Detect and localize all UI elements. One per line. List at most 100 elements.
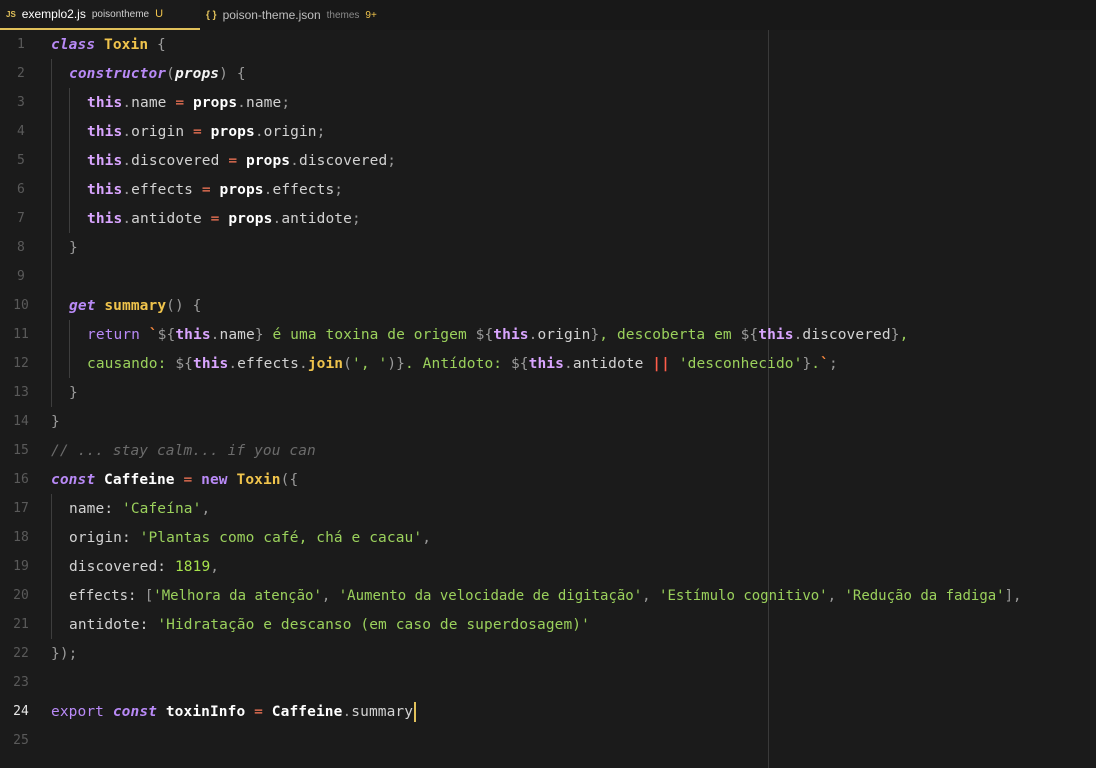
indent-guide [51,233,52,262]
line-number: 25 [13,733,29,748]
code-line: 1 class Toxin { [0,30,1096,59]
line-content: class Toxin { [51,30,166,59]
indent-guide [51,320,52,349]
indent-guide [69,320,70,349]
line-content: antidote: 'Hidratação e descanso (em cas… [69,616,590,633]
line-number: 1 [17,37,25,52]
tab-exemplo2-js[interactable]: JS exemplo2.js poisontheme U [0,0,200,30]
code-line: 17 name: 'Cafeína', [0,494,1096,523]
indent-guide [51,494,52,523]
problems-count-badge: 9+ [365,9,377,21]
indent-guide [51,88,52,117]
indent-guide [51,204,52,233]
token-parameter: props [174,65,220,82]
line-content: this. discovered = props. discovered; [87,152,397,169]
code-line-current: 24 export const toxinInfo = Caffeine. sum… [0,697,1096,726]
indent-guide [69,88,70,117]
code-line: 4 this. origin = props. origin; [0,117,1096,146]
code-line: 22 }); [0,639,1096,668]
line-content: }); [51,645,78,662]
code-line: 3 this. name = props. name; [0,88,1096,117]
line-number: 10 [13,298,29,313]
indent-guide [69,349,70,378]
token-class-name: Toxin [104,36,149,53]
code-line: 12 causando: ${this. effects. join(', ')}.… [0,349,1096,378]
indent-guide [51,378,52,407]
line-number: 24 [13,704,29,719]
indent-guide [51,59,52,88]
code-line: 20 effects: ['Melhora da atenção', 'Aume… [0,581,1096,610]
tab-poison-theme-json[interactable]: { } poison-theme.json themes 9+ [200,0,377,30]
line-content: discovered: 1819, [69,558,220,575]
token-keyword: constructor [69,65,167,82]
code-line: 16 const Caffeine = new Toxin({ [0,465,1096,494]
line-content: // ... stay calm... if you can [51,436,316,465]
line-content: export const toxinInfo = Caffeine. summar… [51,697,417,726]
code-line: 9 [0,262,1096,291]
code-line: 19 discovered: 1819, [0,552,1096,581]
code-line: 8 } [0,233,1096,262]
tab-filename: poison-theme.json [222,8,321,22]
token-keyword: class [51,36,96,53]
text-cursor [414,701,417,722]
indent-guide [69,204,70,233]
line-number: 4 [17,124,25,139]
code-line: 11 return ` ${this. name} é uma toxina de … [0,320,1096,349]
indent-guide [51,523,52,552]
code-line: 13 } [0,378,1096,407]
code-line: 5 this. discovered = props. discovered; [0,146,1096,175]
token-punctuation: { [157,36,166,53]
code-line: 18 origin: 'Plantas como café, chá e cac… [0,523,1096,552]
line-content: effects: ['Melhora da atenção', 'Aumento… [69,587,1022,604]
indent-guide [51,552,52,581]
javascript-file-icon: JS [6,9,16,19]
code-editor[interactable]: 1 class Toxin { 2 constructor(props) { 3… [0,30,1096,768]
code-line: 10 get summary() { [0,291,1096,320]
line-number: 19 [13,559,29,574]
code-line: 15 // ... stay calm... if you can [0,436,1096,465]
line-number: 11 [13,327,29,342]
tab-description: themes [326,9,360,21]
indent-guide [51,349,52,378]
line-number: 9 [17,269,25,284]
line-number: 17 [13,501,29,516]
line-number: 13 [13,385,29,400]
line-content: } [69,384,78,401]
line-content: origin: 'Plantas como café, chá e cacau'… [69,529,432,546]
tab-description: poisontheme [91,8,150,20]
line-content: return ` ${this. name} é uma toxina de ori… [87,326,909,343]
line-content: name: 'Cafeína', [69,500,211,517]
line-number: 2 [17,66,25,81]
line-number: 7 [17,211,25,226]
line-number: 20 [13,588,29,603]
line-number: 16 [13,472,29,487]
untracked-badge: U [155,8,164,20]
line-content: const Caffeine = new Toxin({ [51,471,299,488]
line-content: get summary() { [69,297,202,314]
indent-guide [51,291,52,320]
line-number: 14 [13,414,29,429]
indent-guide [69,117,70,146]
code-line: 14 } [0,407,1096,436]
line-content: this. origin = props. origin; [87,123,326,140]
code-line: 21 antidote: 'Hidratação e descanso (em … [0,610,1096,639]
indent-guide [51,175,52,204]
line-number: 23 [13,675,29,690]
line-content: this. effects = props. effects; [87,181,344,198]
indent-guide [51,146,52,175]
code-line: 6 this. effects = props. effects; [0,175,1096,204]
line-number: 6 [17,182,25,197]
line-content: } [69,239,78,256]
line-content: causando: ${this. effects. join(', ')}. An… [87,355,838,372]
tab-filename: exemplo2.js [21,7,86,21]
line-number: 21 [13,617,29,632]
line-number: 3 [17,95,25,110]
line-number: 15 [13,443,29,458]
code-line: 2 constructor(props) { [0,59,1096,88]
indent-guide [51,581,52,610]
code-line: 7 this. antidote = props. antidote; [0,204,1096,233]
indent-guide [51,610,52,639]
indent-guide [51,117,52,146]
line-content: } [51,413,60,430]
line-content: constructor(props) { [69,65,246,82]
